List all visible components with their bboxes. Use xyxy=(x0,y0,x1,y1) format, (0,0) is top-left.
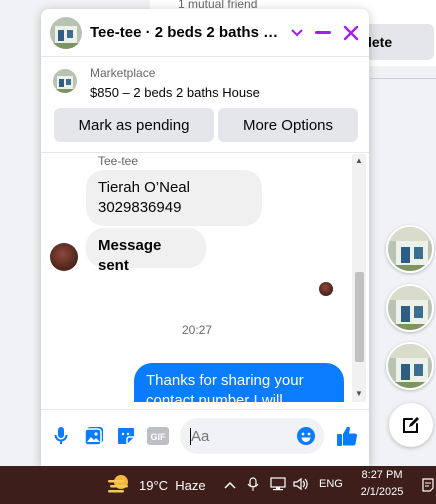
gif-label: GIF xyxy=(151,432,167,442)
clock-date[interactable]: 2/1/2025 xyxy=(357,486,407,498)
haze-weather-icon[interactable] xyxy=(107,474,131,496)
chat-head-bubble[interactable] xyxy=(386,225,434,273)
taskbar: 19°C Haze ENG 8:27 PM 2/1/2025 xyxy=(0,466,436,504)
minimize-icon[interactable] xyxy=(311,21,335,45)
sender-name: Tee-tee xyxy=(98,154,139,168)
chat-head-bubble[interactable] xyxy=(386,284,434,332)
seen-indicator-avatar xyxy=(319,282,333,296)
scroll-thumb[interactable] xyxy=(355,272,364,362)
meet-now-icon[interactable] xyxy=(246,477,262,493)
clock-time[interactable]: 8:27 PM xyxy=(359,469,405,481)
marketplace-label: Marketplace xyxy=(90,66,156,80)
notification-icon[interactable] xyxy=(422,478,434,492)
weather-widget[interactable]: 19°C Haze xyxy=(139,478,206,493)
gif-icon[interactable]: GIF xyxy=(146,424,170,448)
new-message-button[interactable] xyxy=(389,403,433,447)
chevron-down-icon[interactable] xyxy=(285,21,309,45)
scroll-down-arrow-icon[interactable]: ▼ xyxy=(355,390,363,398)
listing-title[interactable]: $850 – 2 beds 2 baths House xyxy=(90,85,260,100)
weather-condition: Haze xyxy=(175,478,206,493)
emoji-icon[interactable] xyxy=(294,424,318,448)
avatar[interactable] xyxy=(50,17,82,49)
message-text: Message sent xyxy=(98,237,162,274)
divider xyxy=(370,78,436,79)
message-composer: GIF xyxy=(41,409,369,466)
avatar[interactable] xyxy=(50,243,78,271)
compose-icon xyxy=(403,417,419,433)
message-bubble-incoming[interactable]: Tierah O’Neal 3029836949 xyxy=(86,170,262,226)
message-text: 3029836949 xyxy=(98,199,182,216)
marketplace-listing-card: Marketplace $850 – 2 beds 2 baths House … xyxy=(41,57,369,153)
microphone-icon[interactable] xyxy=(49,424,73,448)
chevron-up-icon[interactable] xyxy=(222,477,238,493)
image-icon[interactable] xyxy=(82,424,106,448)
input-language[interactable]: ENG xyxy=(319,478,343,490)
message-text: Tierah O’Neal xyxy=(98,179,190,196)
chat-header[interactable]: Tee-tee · 2 beds 2 baths H... xyxy=(41,9,369,57)
message-bubble-outgoing[interactable]: Thanks for sharing your contact number I… xyxy=(134,363,344,402)
listing-thumbnail[interactable] xyxy=(53,69,77,93)
close-icon[interactable] xyxy=(339,21,363,45)
like-icon[interactable] xyxy=(335,424,359,448)
mark-as-pending-button[interactable]: Mark as pending xyxy=(54,108,214,142)
network-icon[interactable] xyxy=(270,477,286,493)
scroll-up-arrow-icon[interactable]: ▲ xyxy=(355,157,363,165)
message-timestamp: 20:27 xyxy=(181,323,213,337)
sticker-icon[interactable] xyxy=(114,424,138,448)
temperature: 19°C xyxy=(139,478,169,493)
house-thumbnail-icon xyxy=(50,17,82,49)
chat-window: Tee-tee · 2 beds 2 baths H... Marketplac… xyxy=(41,9,369,466)
volume-icon[interactable] xyxy=(293,477,309,493)
house-thumbnail-icon xyxy=(53,69,77,93)
message-list: Tee-tee Tierah O’Neal 3029836949 Message… xyxy=(41,154,353,402)
chat-head-bubble[interactable] xyxy=(386,342,434,390)
text-caret xyxy=(190,428,191,445)
more-options-button[interactable]: More Options xyxy=(218,108,358,142)
message-bubble-incoming[interactable]: Message sent xyxy=(86,228,206,274)
message-text: contact number I will xyxy=(146,392,283,402)
chat-title[interactable]: Tee-tee · 2 beds 2 baths H... xyxy=(90,24,285,41)
message-text: Thanks for sharing your xyxy=(146,372,304,389)
scrollbar[interactable]: ▲ ▼ xyxy=(352,154,366,402)
